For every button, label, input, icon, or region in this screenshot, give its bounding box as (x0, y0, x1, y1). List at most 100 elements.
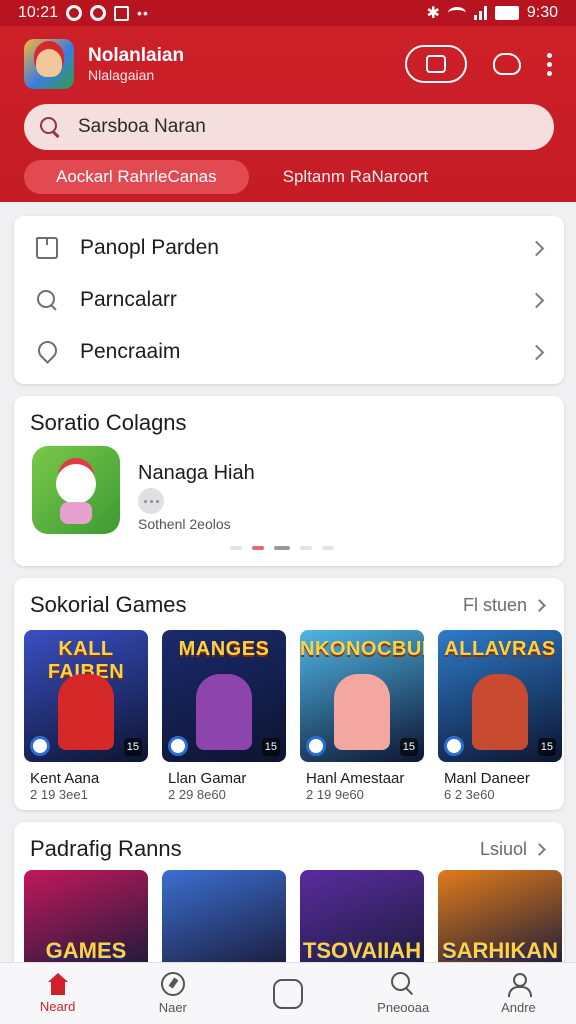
popular-art[interactable]: GAMES (24, 870, 148, 970)
age-rating-badge: 15 (261, 738, 280, 756)
see-all-link[interactable]: Lsiuol (479, 839, 546, 860)
more-options-icon[interactable] (547, 52, 552, 76)
menu-item[interactable]: Panopl Parden (14, 222, 564, 274)
game-art-title: ALLAVRAS (444, 638, 556, 660)
featured-app-name: Nanaga Hiah (138, 462, 255, 484)
nav-explore[interactable]: Naer (115, 963, 230, 1024)
popular-art[interactable]: SARHIKAN (438, 870, 562, 970)
tab-bar: Aockarl RahrleCanas Spltanm RaNaroort (24, 160, 442, 194)
bottom-navigation: Neard Naer Pneooaa Andre (0, 962, 576, 1024)
game-name: Llan Gamar (168, 770, 247, 787)
popular-art-title: SARHIKAN (441, 938, 559, 963)
wallet-icon (426, 55, 446, 73)
game-name: Kent Aana (30, 770, 100, 787)
nav-home[interactable]: Neard (0, 963, 115, 1024)
game-art-title: MANGES (178, 638, 270, 660)
popular-art[interactable]: TSOVAIIAH (300, 870, 424, 970)
square-icon (273, 978, 303, 1009)
nav-label: Pneooaa (377, 1000, 430, 1015)
game-meta: 2 19 9e60 (306, 787, 364, 802)
section-title: Padrafig Ranns (30, 836, 182, 861)
menu-item[interactable]: Parncalarr (14, 274, 564, 326)
see-all-link[interactable]: Fl stuen (463, 595, 546, 616)
featured-app-art[interactable] (32, 446, 120, 534)
search-icon (40, 117, 60, 137)
menu-item[interactable]: Pencraaim (14, 326, 564, 378)
chevron-right-icon (528, 344, 545, 360)
nav-profile[interactable]: Andre (461, 963, 576, 1024)
chevron-right-icon (533, 599, 546, 612)
popular-art-title: GAMES (45, 938, 127, 963)
status-time: 10:21 (18, 4, 59, 21)
search-icon (391, 972, 415, 996)
game-meta: 2 29 8e60 (168, 787, 226, 802)
game-character (58, 674, 114, 750)
game-tile[interactable]: MANGES 15 Llan Gamar 2 29 8e60 (162, 630, 286, 802)
games-section: Sokorial Games Fl stuen KALL FAIBEN 15 Ken… (14, 578, 564, 810)
app-title: Nolanlaian (88, 45, 185, 66)
game-character (334, 674, 390, 750)
game-character (472, 674, 528, 750)
game-name: Manl Daneer (444, 770, 530, 787)
menu-item-label: Pencraaim (80, 340, 181, 363)
location-pin-icon (36, 341, 58, 363)
game-art[interactable]: MANGES 15 (162, 630, 286, 762)
folder-icon (36, 237, 58, 259)
game-meta: 6 2 3e60 (444, 787, 495, 802)
popular-tile[interactable]: TSOVAIIAH (300, 870, 424, 970)
game-art[interactable]: NKONOCBUR 15 (300, 630, 424, 762)
compass-icon (160, 972, 185, 996)
game-tile[interactable]: KALL FAIBEN 15 Kent Aana 2 19 3ee1 (24, 630, 148, 802)
chevron-right-icon (528, 240, 545, 256)
tab-secondary[interactable]: Spltanm RaNaroort (269, 160, 443, 194)
game-platform-icon (444, 736, 464, 756)
menu-card: Panopl Parden Parncalarr Pencraaim (14, 216, 564, 384)
person-icon (506, 972, 533, 997)
app-header: Nolanlaian Nlalagaian Aockarl RahrleCana… (0, 26, 576, 202)
search-bar[interactable] (24, 104, 554, 150)
game-tile[interactable]: NKONOCBUR 15 Hanl Amestaar 2 19 9e60 (300, 630, 424, 802)
app-logo[interactable] (24, 39, 74, 89)
menu-item-label: Panopl Parden (80, 236, 219, 259)
status-bar: 10:21 •• ✱ 9:30 (0, 0, 576, 26)
wallet-button[interactable] (405, 45, 467, 83)
image-notification-icon (114, 5, 130, 21)
tab-primary[interactable]: Aockarl RahrleCanas (24, 160, 249, 194)
popular-art-title: TSOVAIIAH (302, 938, 422, 963)
section-title: Soratio Colagns (30, 410, 187, 435)
featured-app-meta: Sothenl 2eolos (138, 516, 231, 532)
popular-art[interactable] (162, 870, 286, 970)
menu-item-label: Parncalarr (80, 288, 177, 311)
nav-label: Neard (39, 999, 76, 1014)
status-clock: 9:30 (526, 4, 558, 21)
game-tile[interactable]: ALLAVRAS 15 Manl Daneer 6 2 3e60 (438, 630, 562, 802)
see-all-label: Lsiuol (479, 839, 527, 859)
game-meta: 2 19 3ee1 (30, 787, 88, 802)
home-icon (45, 973, 71, 995)
carousel-indicator (230, 546, 334, 550)
nav-search[interactable]: Pneooaa (346, 963, 461, 1024)
popular-tile[interactable]: GAMES (24, 870, 148, 970)
nav-center[interactable] (230, 963, 345, 1024)
nav-label: Andre (501, 1000, 536, 1015)
popular-tile[interactable] (162, 870, 286, 970)
notification-icon (90, 5, 107, 21)
age-rating-badge: 15 (123, 738, 142, 756)
signal-icon (473, 6, 487, 20)
chevron-right-icon (528, 292, 545, 308)
game-art[interactable]: ALLAVRAS 15 (438, 630, 562, 762)
cloud-icon[interactable] (493, 53, 521, 75)
app-subtitle: Nlalagaian (88, 67, 155, 83)
featured-card[interactable]: Soratio Colagns Nanaga Hiah Sothenl 2eol… (14, 396, 564, 566)
game-platform-icon (306, 736, 326, 756)
game-art[interactable]: KALL FAIBEN 15 (24, 630, 148, 762)
chevron-right-icon (533, 843, 546, 856)
battery-icon (494, 6, 519, 20)
search-icon (36, 289, 58, 311)
more-icon[interactable] (138, 488, 164, 514)
game-character (196, 674, 252, 750)
search-input[interactable] (78, 116, 518, 138)
game-art-title: NKONOCBUR (300, 638, 424, 660)
popular-tile[interactable]: SARHIKAN (438, 870, 562, 970)
game-platform-icon (30, 736, 50, 756)
